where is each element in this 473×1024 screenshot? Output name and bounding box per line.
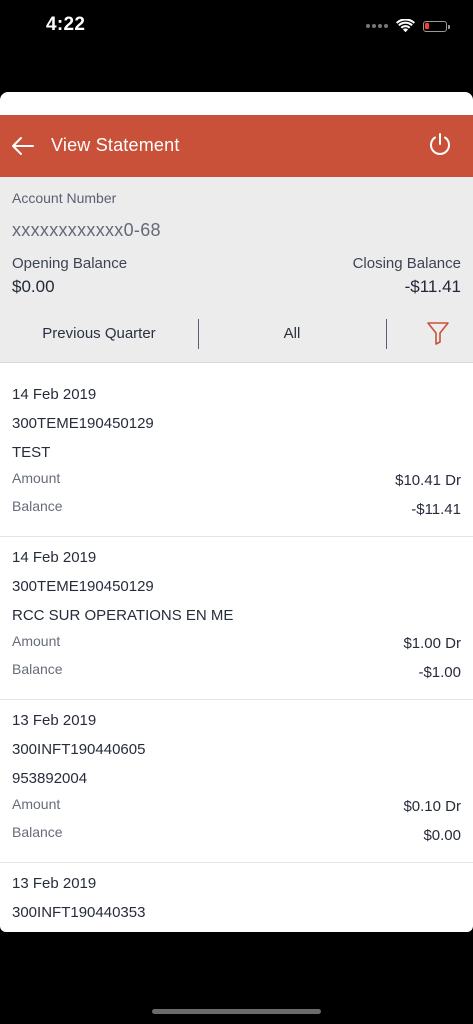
transaction-item[interactable]: 13 Feb 2019 300INFT190440353 (0, 863, 473, 932)
amount-label: Amount (12, 470, 61, 486)
status-time: 4:22 (46, 14, 86, 35)
home-indicator[interactable] (152, 1009, 321, 1014)
account-number-label: Account Number (12, 190, 117, 206)
amount-value: $1.00 Dr (403, 635, 461, 652)
arrow-left-icon[interactable] (10, 133, 36, 159)
divider (0, 362, 473, 363)
balance-label: Balance (12, 824, 63, 840)
transaction-reference: 300TEME190450129 (12, 415, 154, 432)
transaction-date: 14 Feb 2019 (12, 386, 97, 403)
app-header: View Statement (0, 115, 473, 177)
opening-balance-value: $0.00 (12, 277, 55, 296)
filter-divider (386, 319, 387, 349)
opening-balance-label: Opening Balance (12, 255, 128, 272)
page-title: View Statement (51, 135, 180, 155)
transaction-list[interactable]: 14 Feb 2019 300TEME190450129 TEST Amount… (0, 374, 473, 932)
funnel-icon[interactable] (426, 320, 450, 346)
amount-label: Amount (12, 633, 61, 649)
status-bar: 4:22 (0, 0, 473, 52)
wifi-icon (396, 19, 415, 33)
transaction-date: 14 Feb 2019 (12, 549, 97, 566)
period-filter-button[interactable]: Previous Quarter (0, 314, 198, 363)
account-number: xxxxxxxxxxxx0-68 (12, 220, 161, 240)
type-filter-button[interactable]: All (199, 314, 385, 363)
statement-screen: View Statement Account Number xxxxxxxxxx… (0, 92, 473, 932)
closing-balance-value: -$11.41 (404, 277, 461, 296)
balance-value: $0.00 (423, 827, 461, 844)
balance-label: Balance (12, 661, 63, 677)
transaction-item[interactable]: 14 Feb 2019 300TEME190450129 RCC SUR OPE… (0, 537, 473, 700)
transaction-date: 13 Feb 2019 (12, 875, 97, 892)
transaction-item[interactable]: 14 Feb 2019 300TEME190450129 TEST Amount… (0, 374, 473, 537)
power-icon[interactable] (427, 131, 453, 157)
transaction-reference: 300INFT190440605 (12, 741, 146, 758)
transaction-date: 13 Feb 2019 (12, 712, 97, 729)
filter-bar: Previous Quarter All (0, 314, 473, 363)
transaction-reference: 300TEME190450129 (12, 578, 154, 595)
battery-icon (423, 20, 450, 32)
status-icons (366, 16, 450, 36)
transaction-item[interactable]: 13 Feb 2019 300INFT190440605 953892004 A… (0, 700, 473, 863)
balance-label: Balance (12, 498, 63, 514)
balance-value: -$1.00 (418, 664, 461, 681)
transaction-description: TEST (12, 444, 51, 461)
amount-value: $10.41 Dr (395, 472, 461, 489)
transaction-reference: 300INFT190440353 (12, 904, 146, 921)
transaction-description: RCC SUR OPERATIONS EN ME (12, 607, 234, 624)
amount-label: Amount (12, 796, 61, 812)
cellular-signal-icon (366, 24, 388, 28)
balance-value: -$11.41 (411, 501, 461, 518)
amount-value: $0.10 Dr (403, 798, 461, 815)
transaction-description: 953892004 (12, 770, 88, 787)
closing-balance-label: Closing Balance (352, 255, 461, 272)
account-summary: Account Number xxxxxxxxxxxx0-68 Opening … (0, 177, 473, 363)
